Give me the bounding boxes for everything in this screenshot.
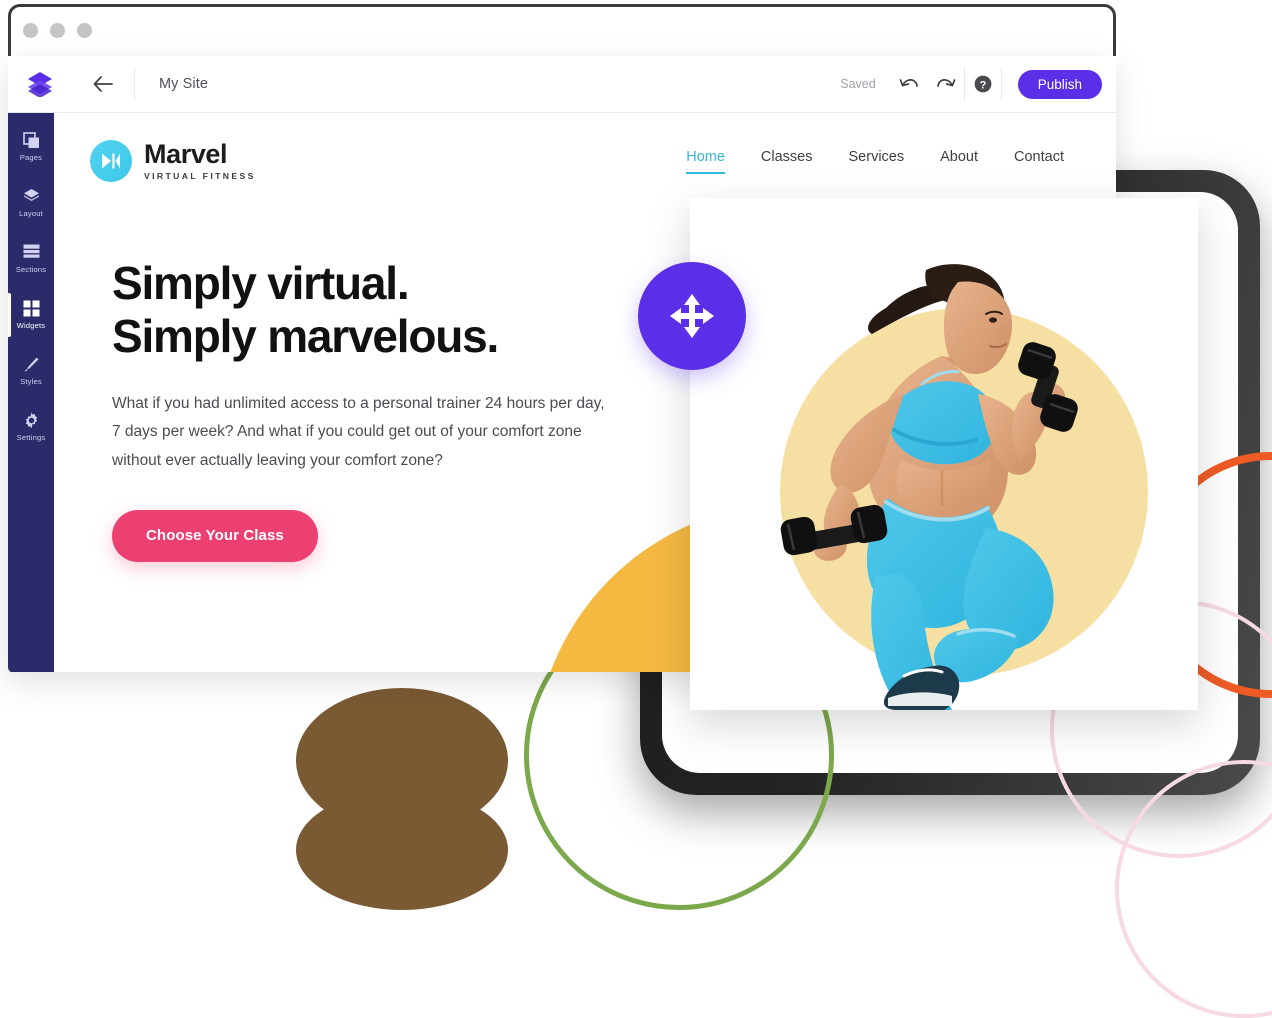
brush-icon: [23, 356, 40, 373]
sidebar-item-styles[interactable]: Styles: [8, 345, 54, 397]
sidebar-item-settings[interactable]: Settings: [8, 401, 54, 453]
hero-heading-line-1: Simply virtual.: [112, 257, 410, 309]
pink-circle-decoration-2: [1115, 760, 1272, 1018]
back-button[interactable]: [72, 76, 134, 92]
site-logo-text: Marvel VIRTUAL FITNESS: [144, 141, 256, 181]
site-logo[interactable]: Marvel VIRTUAL FITNESS: [90, 140, 256, 182]
sidebar-item-widgets[interactable]: Widgets: [8, 289, 54, 341]
brand-name: Marvel: [144, 139, 228, 170]
site-title[interactable]: My Site: [135, 76, 208, 92]
gear-icon: [23, 412, 40, 429]
athlete-photo: [780, 264, 1078, 710]
browser-window-chrome: [8, 4, 1116, 56]
hero-heading-line-2: Simply marvelous.: [112, 310, 499, 363]
sidebar-item-pages-label: Pages: [19, 153, 43, 162]
sidebar-item-settings-label: Settings: [16, 433, 46, 442]
widgets-icon: [23, 300, 40, 317]
publish-button[interactable]: Publish: [1017, 69, 1102, 99]
topbar-divider-right: [1000, 67, 1002, 101]
sidebar-item-sections-label: Sections: [15, 265, 47, 274]
move-arrows-icon: [670, 294, 714, 338]
brown-blob-decoration-bottom: [296, 790, 508, 910]
layout-icon: [23, 188, 40, 205]
sidebar-item-styles-label: Styles: [20, 377, 42, 386]
layers-logo-icon[interactable]: [8, 71, 72, 97]
saved-status-label: Saved: [840, 77, 876, 91]
stage: My Site Saved ? Publish Pages Layout Sec…: [0, 0, 1272, 1018]
sidebar-item-sections[interactable]: Sections: [8, 233, 54, 285]
site-nav: Home Classes Services About Contact: [686, 149, 1080, 174]
nav-link-home[interactable]: Home: [686, 149, 725, 174]
hero-image-card[interactable]: [690, 198, 1198, 710]
svg-text:?: ?: [979, 79, 986, 91]
sidebar-item-widgets-label: Widgets: [16, 321, 46, 330]
builder-topbar: My Site Saved ? Publish: [8, 56, 1116, 113]
window-minimize-dot[interactable]: [50, 23, 65, 38]
brown-blob-decoration-top: [296, 688, 508, 833]
nav-link-about[interactable]: About: [940, 149, 978, 174]
hero-paragraph: What if you had unlimited access to a pe…: [112, 394, 605, 470]
video-play-icon: [90, 140, 132, 182]
window-close-dot[interactable]: [23, 23, 38, 38]
nav-link-contact[interactable]: Contact: [1014, 149, 1064, 174]
help-circle-icon[interactable]: ?: [965, 66, 1001, 102]
sidebar-item-pages[interactable]: Pages: [8, 121, 54, 173]
sections-icon: [23, 244, 40, 261]
nav-link-classes[interactable]: Classes: [761, 149, 813, 174]
choose-your-class-button[interactable]: Choose Your Class: [112, 509, 318, 562]
redo-icon[interactable]: [928, 66, 964, 102]
builder-sidebar: Pages Layout Sections Widgets Styles Set…: [8, 113, 54, 672]
window-maximize-dot[interactable]: [77, 23, 92, 38]
topbar-actions: Saved ? Publish: [840, 66, 1116, 102]
move-widget-handle[interactable]: [638, 262, 746, 370]
undo-icon[interactable]: [892, 66, 928, 102]
pages-icon: [22, 132, 40, 149]
hero-heading: Simply virtual. Simply marvelous.: [112, 257, 672, 364]
site-header: Marvel VIRTUAL FITNESS Home Classes Serv…: [54, 113, 1116, 209]
nav-link-services[interactable]: Services: [849, 149, 905, 174]
browser-traffic-lights: [23, 23, 92, 38]
sidebar-item-layout-label: Layout: [19, 209, 43, 218]
brand-tagline: VIRTUAL FITNESS: [144, 171, 256, 182]
sidebar-item-layout[interactable]: Layout: [8, 177, 54, 229]
